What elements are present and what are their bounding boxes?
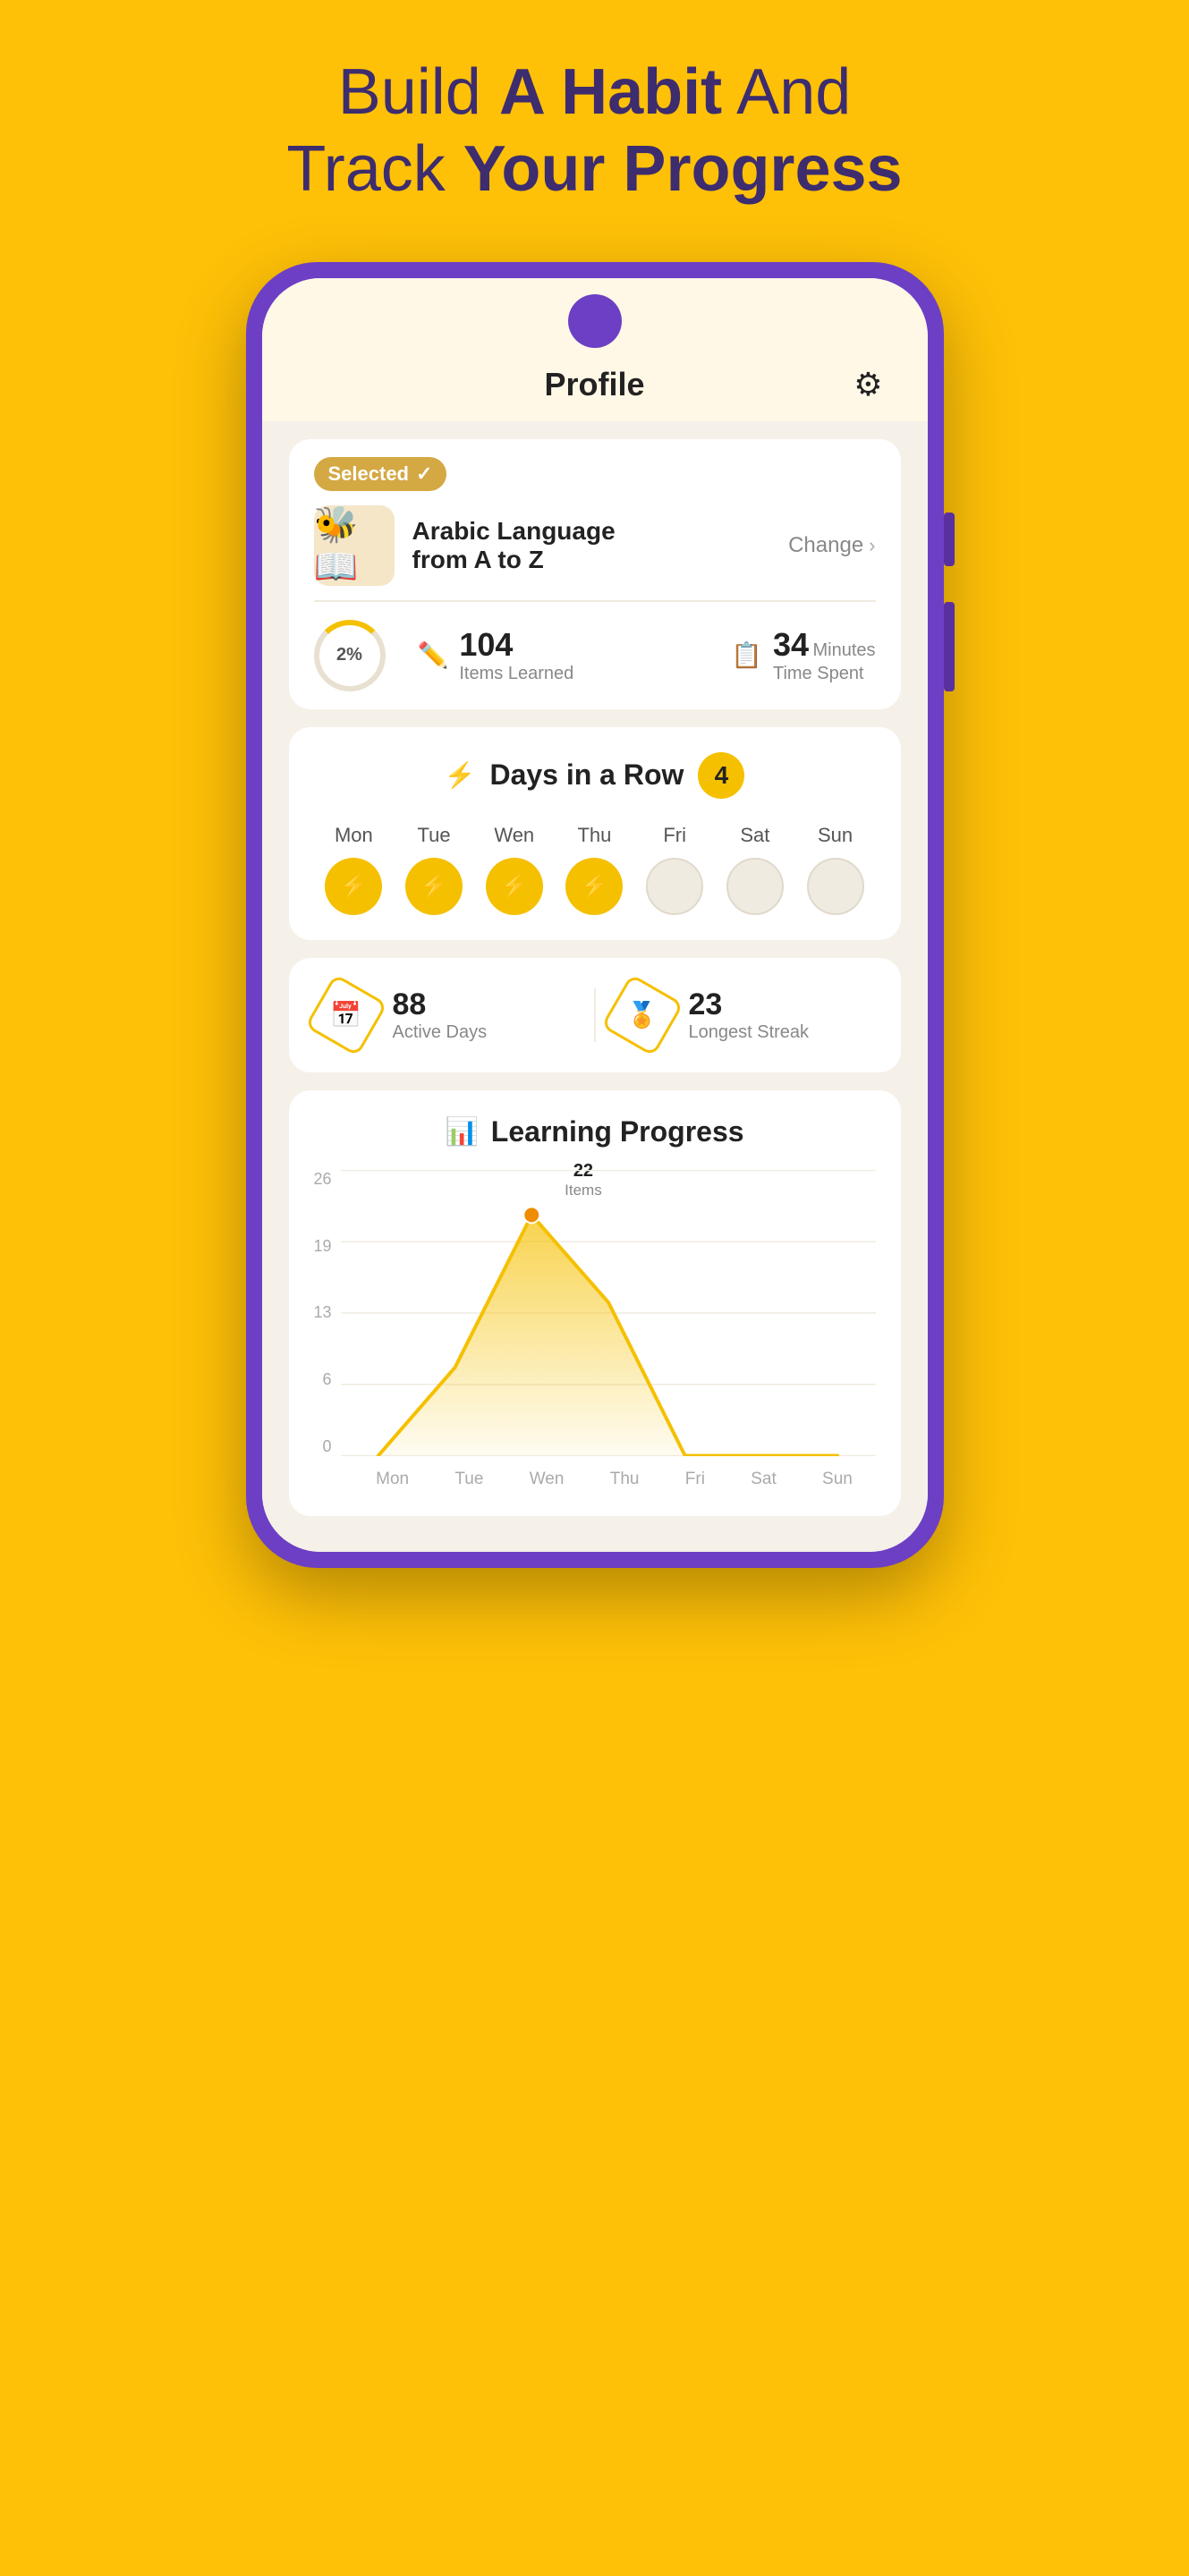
selected-label: Selected xyxy=(328,462,410,486)
longest-streak-label: Longest Streak xyxy=(689,1022,810,1043)
days-header: ⚡ Days in a Row 4 xyxy=(314,752,876,799)
phone-side-button-2 xyxy=(944,602,955,691)
day-tue: Tue ⚡ xyxy=(405,824,463,915)
chart-area: 22 Items 26 19 13 6 0 xyxy=(314,1170,876,1498)
app-title: Profile xyxy=(544,366,644,403)
streak-stats-card: 📅 88 Active Days 🏅 23 Longest St xyxy=(289,958,901,1072)
pencil-icon: ✏️ xyxy=(418,640,449,670)
time-label: Time Spent xyxy=(773,664,876,684)
phone-notch xyxy=(568,294,622,348)
chevron-right-icon: › xyxy=(869,534,875,557)
progress-circle: 2% xyxy=(314,620,386,691)
progress-percent: 2% xyxy=(336,645,362,665)
day-circle-thu: ⚡ xyxy=(565,858,623,915)
longest-streak-number: 23 xyxy=(689,987,810,1022)
day-mon: Mon ⚡ xyxy=(325,824,382,915)
phone-side-button-1 xyxy=(944,513,955,566)
settings-icon[interactable]: ⚙ xyxy=(854,366,882,403)
phone-top-bar xyxy=(262,278,928,357)
items-learned-number: 104 xyxy=(459,626,573,664)
chart-x-axis: Mon Tue Wen Thu Fri Sat Sun xyxy=(314,1470,876,1489)
day-circle-mon: ⚡ xyxy=(325,858,382,915)
day-fri: Fri xyxy=(646,824,703,915)
day-sat: Sat xyxy=(726,824,784,915)
learning-progress-card: 📊 Learning Progress 22 Items 26 xyxy=(289,1090,901,1516)
course-icon: 🐝📖 xyxy=(314,505,395,586)
progress-title: Learning Progress xyxy=(491,1115,744,1148)
chart-grid: 26 19 13 6 0 xyxy=(314,1170,876,1461)
day-circle-sat xyxy=(726,858,784,915)
chart-icon: 📊 xyxy=(445,1116,478,1148)
longest-streak-stat: 🏅 23 Longest Streak xyxy=(610,983,876,1047)
items-learned-stat: ✏️ 104 Items Learned xyxy=(418,626,574,684)
days-in-row-card: ⚡ Days in a Row 4 Mon ⚡ Tue ⚡ xyxy=(289,727,901,940)
days-grid: Mon ⚡ Tue ⚡ Wen ⚡ Thu xyxy=(314,824,876,915)
time-spent-number: 34 xyxy=(773,626,809,663)
time-spent-stat: 📋 34 Minutes Time Spent xyxy=(731,626,875,684)
streak-divider xyxy=(594,988,596,1042)
lightning-icon: ⚡ xyxy=(445,760,476,790)
app-content: Selected ✓ 🐝📖 Arabic Language from A to … xyxy=(262,421,928,1552)
hero-title: Build A Habit And Track Your Progress xyxy=(286,54,902,208)
day-thu: Thu ⚡ xyxy=(565,824,623,915)
day-wen: Wen ⚡ xyxy=(486,824,543,915)
time-unit: Minutes xyxy=(812,640,875,660)
days-count-badge: 4 xyxy=(698,752,744,799)
day-circle-fri xyxy=(646,858,703,915)
hero-bold-2: Your Progress xyxy=(463,133,903,205)
days-in-row-title: Days in a Row xyxy=(489,758,684,792)
longest-streak-icon: 🏅 xyxy=(610,983,675,1047)
course-info: 🐝📖 Arabic Language from A to Z Change › xyxy=(314,505,876,586)
active-days-stat: 📅 88 Active Days xyxy=(314,983,580,1047)
course-name-block: Arabic Language from A to Z xyxy=(412,517,771,574)
selected-badge: Selected ✓ xyxy=(314,457,447,491)
items-learned-label: Items Learned xyxy=(459,664,573,684)
phone-frame: Profile ⚙ Selected ✓ 🐝📖 xyxy=(246,262,944,1568)
chart-svg xyxy=(341,1170,876,1456)
course-card: Selected ✓ 🐝📖 Arabic Language from A to … xyxy=(289,439,901,709)
day-circle-tue: ⚡ xyxy=(405,858,463,915)
day-sun: Sun xyxy=(807,824,864,915)
day-circle-sun xyxy=(807,858,864,915)
change-label: Change xyxy=(788,533,863,558)
app-header: Profile ⚙ xyxy=(262,357,928,421)
chart-canvas xyxy=(341,1170,876,1461)
change-button[interactable]: Change › xyxy=(788,533,875,558)
course-name-line1: Arabic Language xyxy=(412,517,771,546)
hero-bold-1: A Habit xyxy=(499,56,722,128)
active-days-number: 88 xyxy=(393,987,488,1022)
chart-y-axis: 26 19 13 6 0 xyxy=(314,1170,341,1456)
course-name-line2: from A to Z xyxy=(412,546,771,574)
document-icon: 📋 xyxy=(731,640,762,670)
day-circle-wen: ⚡ xyxy=(486,858,543,915)
active-days-icon: 📅 xyxy=(314,983,378,1047)
active-days-label: Active Days xyxy=(393,1022,488,1043)
phone-screen: Profile ⚙ Selected ✓ 🐝📖 xyxy=(262,278,928,1552)
course-stats: 2% ✏️ 104 Items Learned 📋 xyxy=(289,602,901,709)
progress-header: 📊 Learning Progress xyxy=(314,1115,876,1148)
check-icon: ✓ xyxy=(416,462,432,486)
